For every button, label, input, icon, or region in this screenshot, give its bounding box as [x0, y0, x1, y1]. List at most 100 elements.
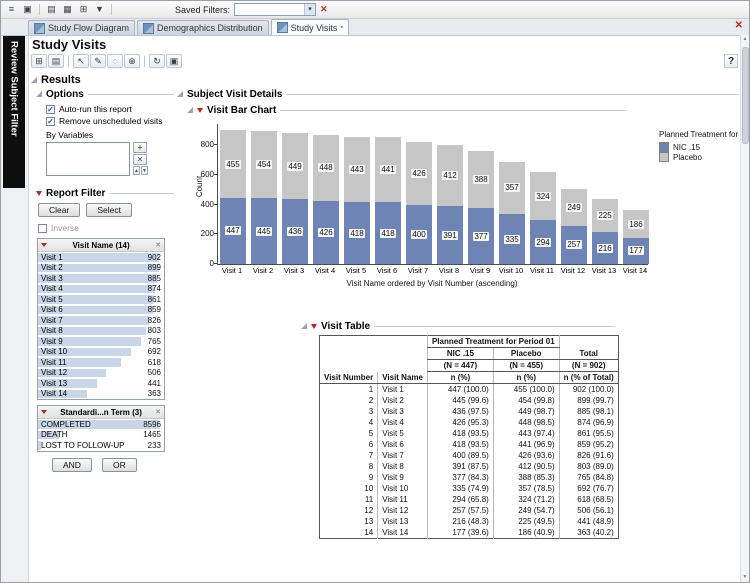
- zoom-tool-icon[interactable]: ⊕: [124, 54, 140, 68]
- bar-segment-nic-15[interactable]: 426: [313, 201, 339, 264]
- bar-segment-placebo[interactable]: 186: [623, 210, 649, 238]
- bar-segment-placebo[interactable]: 441: [375, 137, 401, 202]
- filter-item[interactable]: Visit 2899: [38, 263, 164, 274]
- disclosure-icon[interactable]: [177, 91, 183, 97]
- and-button[interactable]: AND: [52, 458, 92, 472]
- disclosure-icon[interactable]: [301, 323, 307, 329]
- filter-item[interactable]: Visit 1902: [38, 252, 164, 263]
- legend-item[interactable]: Placebo: [659, 152, 750, 162]
- layout-icon[interactable]: ⊞: [31, 54, 47, 68]
- red-triangle-icon[interactable]: [41, 243, 47, 247]
- table-row[interactable]: 1Visit 1447 (100.0)455 (100.0)902 (100.0…: [320, 384, 619, 396]
- window-icon[interactable]: ▣: [20, 3, 35, 16]
- data-table-icon[interactable]: ▤: [44, 3, 59, 16]
- filter-item[interactable]: Visit 11618: [38, 357, 164, 368]
- table-row[interactable]: 7Visit 7400 (89.5)426 (93.6)826 (91.6): [320, 450, 619, 461]
- bar-segment-placebo[interactable]: 454: [251, 131, 277, 198]
- filter-item[interactable]: COMPLETED8596: [38, 419, 164, 430]
- tab-demographics-distribution[interactable]: Demographics Distribution: [137, 20, 269, 35]
- bar-visit-7[interactable]: 426400: [406, 142, 432, 264]
- layout-icon[interactable]: ⊞: [76, 3, 91, 16]
- bar-segment-placebo[interactable]: 426: [406, 142, 432, 205]
- bar-visit-11[interactable]: 324294: [530, 172, 556, 264]
- review-subject-filter-tab[interactable]: Review Subject Filter: [3, 36, 25, 188]
- bar-segment-placebo[interactable]: 225: [592, 199, 618, 232]
- filter-icon[interactable]: ▼: [92, 3, 107, 16]
- bar-segment-nic-15[interactable]: 177: [623, 238, 649, 264]
- help-button[interactable]: ?: [724, 54, 738, 68]
- red-triangle-icon[interactable]: [311, 324, 317, 329]
- bar-visit-8[interactable]: 412391: [437, 145, 463, 264]
- filter-item[interactable]: DEATH1465: [38, 430, 164, 441]
- arrow-tool-icon[interactable]: ↖: [73, 54, 89, 68]
- clear-saved-filter-icon[interactable]: ✕: [320, 4, 328, 15]
- menu-icon[interactable]: ≡: [4, 3, 19, 16]
- move-down-button[interactable]: ▼: [141, 166, 148, 175]
- bar-segment-placebo[interactable]: 443: [344, 137, 370, 203]
- red-triangle-icon[interactable]: [197, 108, 203, 113]
- filter-item[interactable]: LOST TO FOLLOW-UP233: [38, 440, 164, 451]
- bar-segment-nic-15[interactable]: 436: [282, 199, 308, 264]
- filter-item[interactable]: Visit 7826: [38, 315, 164, 326]
- bar-segment-placebo[interactable]: 455: [220, 130, 246, 197]
- close-icon[interactable]: ✕: [735, 20, 743, 31]
- bar-segment-placebo[interactable]: 448: [313, 135, 339, 201]
- inverse-checkbox[interactable]: [38, 224, 47, 233]
- lasso-tool-icon[interactable]: ◌: [107, 54, 123, 68]
- bar-visit-5[interactable]: 443418: [344, 137, 370, 264]
- bar-visit-10[interactable]: 357335: [499, 162, 525, 264]
- bar-segment-nic-15[interactable]: 400: [406, 205, 432, 264]
- filter-item[interactable]: Visit 10692: [38, 347, 164, 358]
- bar-segment-placebo[interactable]: 449: [282, 133, 308, 200]
- filter-item[interactable]: Visit 4874: [38, 284, 164, 295]
- add-variable-button[interactable]: +: [133, 142, 147, 153]
- bar-visit-13[interactable]: 225216: [592, 199, 618, 264]
- table-row[interactable]: 12Visit 12257 (57.5)249 (54.7)506 (56.1): [320, 505, 619, 516]
- brush-tool-icon[interactable]: ✎: [90, 54, 106, 68]
- bar-segment-nic-15[interactable]: 445: [251, 198, 277, 264]
- disclosure-icon[interactable]: [187, 107, 193, 113]
- bar-segment-placebo[interactable]: 324: [530, 172, 556, 220]
- filter-item[interactable]: Visit 6859: [38, 305, 164, 316]
- table-row[interactable]: 13Visit 13216 (48.3)225 (49.5)441 (48.9): [320, 516, 619, 527]
- filter-item[interactable]: Visit 12506: [38, 368, 164, 379]
- saved-filters-combo[interactable]: ▾: [234, 3, 316, 16]
- bar-visit-4[interactable]: 448426: [313, 135, 339, 264]
- filter-item[interactable]: Visit 14363: [38, 389, 164, 400]
- camera-icon[interactable]: ▣: [166, 54, 182, 68]
- vertical-scrollbar[interactable]: ▲ ▼: [740, 35, 749, 582]
- move-up-button[interactable]: ▲: [133, 166, 140, 175]
- table-row[interactable]: 2Visit 2445 (99.6)454 (99.8)899 (99.7): [320, 395, 619, 406]
- tab-study-flow-diagram[interactable]: Study Flow Diagram: [28, 20, 135, 35]
- bar-segment-nic-15[interactable]: 257: [561, 226, 587, 264]
- bar-visit-14[interactable]: 186177: [623, 210, 649, 264]
- tab-study-visits[interactable]: Study Visits▪: [271, 19, 349, 35]
- table-row[interactable]: 3Visit 3436 (97.5)449 (98.7)885 (98.1): [320, 406, 619, 417]
- table-row[interactable]: 8Visit 8391 (87.5)412 (90.5)803 (89.0): [320, 461, 619, 472]
- legend-item[interactable]: NIC .15: [659, 142, 750, 152]
- filter-item[interactable]: Visit 8803: [38, 326, 164, 337]
- filter-item[interactable]: Visit 13441: [38, 378, 164, 389]
- by-variables-list[interactable]: [46, 142, 130, 176]
- filter-item[interactable]: Visit 3885: [38, 273, 164, 284]
- table-row[interactable]: 10Visit 10335 (74.9)357 (78.5)692 (76.7): [320, 483, 619, 494]
- bar-segment-placebo[interactable]: 249: [561, 189, 587, 226]
- bar-segment-placebo[interactable]: 357: [499, 162, 525, 215]
- select-button[interactable]: Select: [86, 203, 132, 217]
- table-row[interactable]: 14Visit 14177 (39.6)186 (40.9)363 (40.2): [320, 527, 619, 539]
- bar-visit-1[interactable]: 455447: [220, 130, 246, 264]
- bar-visit-12[interactable]: 249257: [561, 189, 587, 264]
- bar-segment-nic-15[interactable]: 418: [344, 202, 370, 264]
- table-row[interactable]: 9Visit 9377 (84.3)388 (85.3)765 (84.8): [320, 472, 619, 483]
- bar-visit-3[interactable]: 449436: [282, 133, 308, 264]
- bar-visit-6[interactable]: 441418: [375, 137, 401, 264]
- bar-segment-nic-15[interactable]: 294: [530, 220, 556, 264]
- red-triangle-icon[interactable]: [41, 410, 47, 414]
- bar-segment-nic-15[interactable]: 377: [468, 208, 494, 264]
- or-button[interactable]: OR: [102, 458, 137, 472]
- scroll-down-icon[interactable]: ▼: [741, 573, 749, 582]
- bar-segment-nic-15[interactable]: 216: [592, 232, 618, 264]
- red-triangle-icon[interactable]: [36, 191, 42, 196]
- close-icon[interactable]: ✕: [155, 241, 161, 249]
- table-row[interactable]: 4Visit 4426 (95.3)448 (98.5)874 (96.9): [320, 417, 619, 428]
